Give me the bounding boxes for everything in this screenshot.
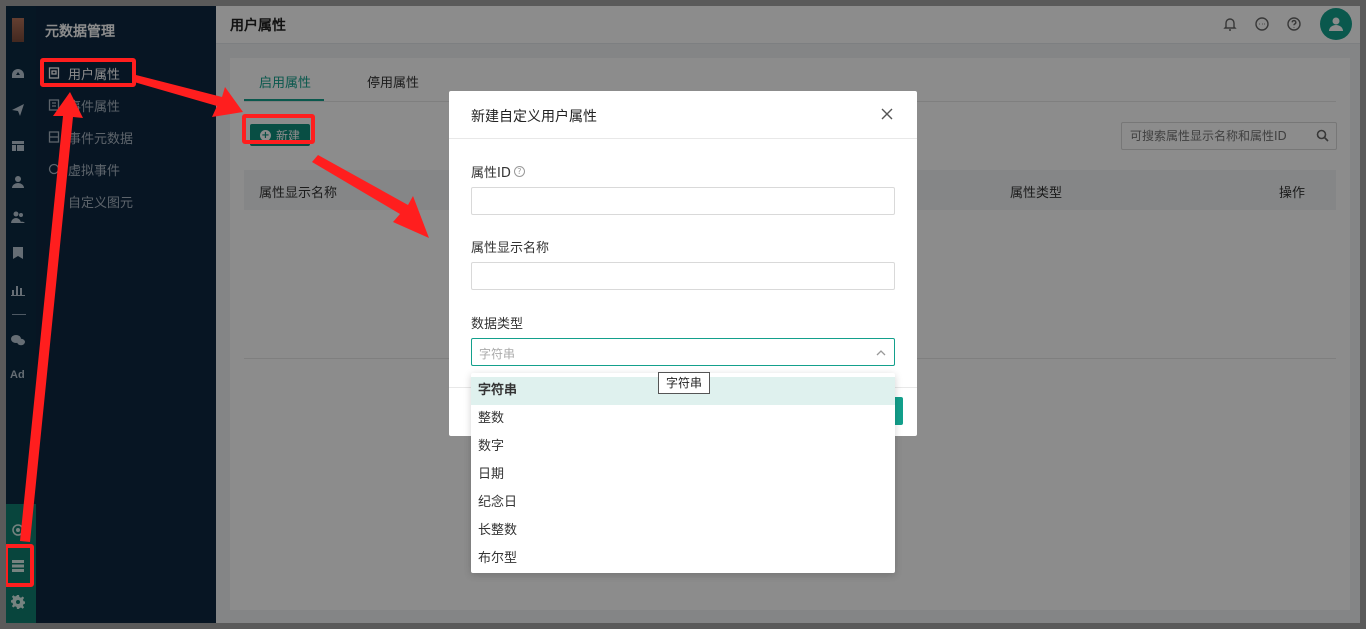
option-date[interactable]: 日期 [471,461,895,489]
highlight-user-properties [40,58,136,87]
highlight-metadata-rail-icon [6,544,34,587]
highlight-new-button [242,114,315,144]
option-boolean[interactable]: 布尔型 [471,545,895,573]
help-circle-icon[interactable]: ? [513,166,525,177]
close-icon[interactable] [881,108,893,120]
app-window: Ad 元数据管理 用户属性 事件属性 事件元数据 虚拟事件 自定义图元 用户属性… [6,6,1360,623]
option-anniversary[interactable]: 纪念日 [471,489,895,517]
property-id-label: 属性ID ? [471,162,525,181]
modal-header: 新建自定义用户属性 [449,91,917,139]
data-type-dropdown: 字符串 整数 数字 日期 纪念日 长整数 布尔型 [471,373,895,573]
display-name-input[interactable] [471,262,895,290]
display-name-label: 属性显示名称 [471,241,550,256]
modal-title: 新建自定义用户属性 [471,109,597,125]
data-type-selected-value: 字符串 [479,347,516,361]
option-number[interactable]: 数字 [471,433,895,461]
option-long-integer[interactable]: 长整数 [471,517,895,545]
data-type-label: 数据类型 [471,317,524,332]
chevron-up-icon [876,347,886,357]
property-id-input[interactable] [471,187,895,215]
option-tooltip: 字符串 [658,372,711,394]
option-integer[interactable]: 整数 [471,405,895,433]
data-type-select[interactable]: 字符串 [471,338,895,366]
